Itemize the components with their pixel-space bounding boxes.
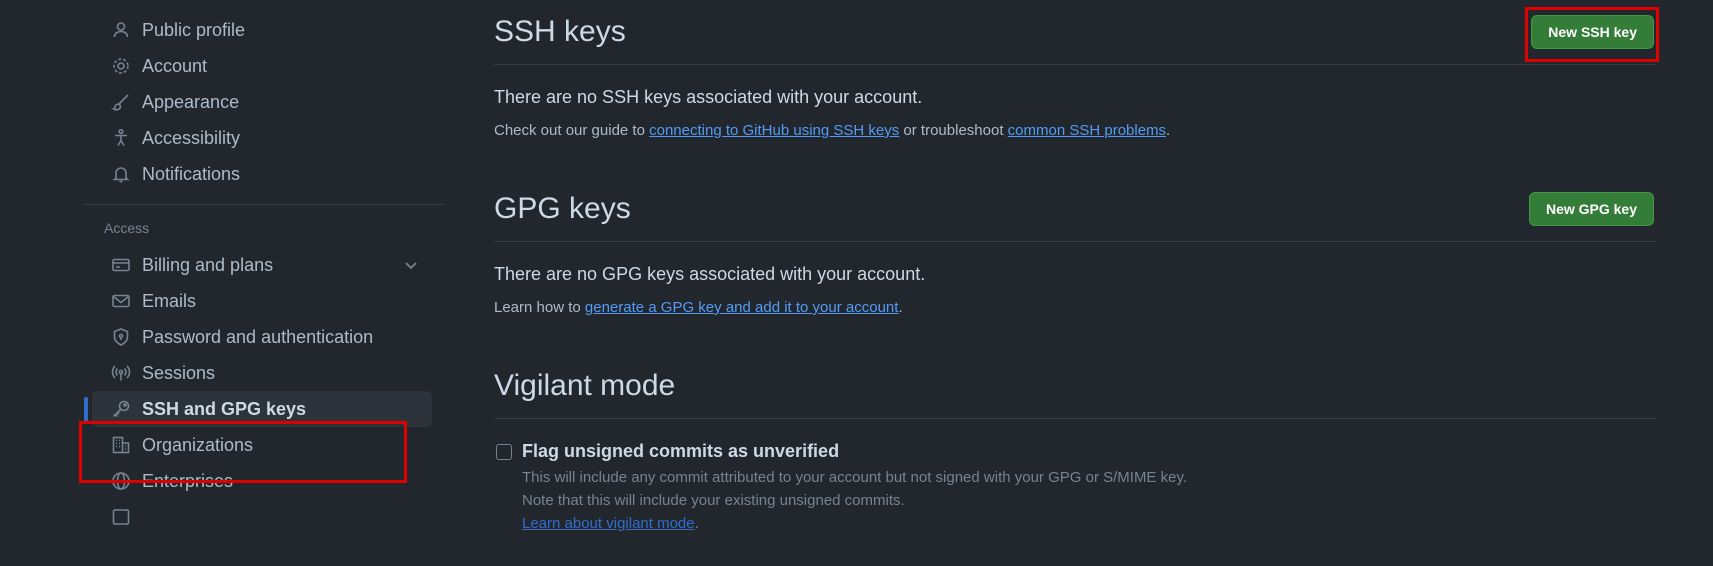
sidebar-item-appearance[interactable]: Appearance (92, 84, 432, 120)
mail-icon (110, 290, 132, 312)
sidebar-item-label: Public profile (142, 19, 246, 40)
sidebar-divider (84, 204, 444, 205)
chevron-down-icon[interactable] (402, 256, 420, 274)
ssh-empty-message: There are no SSH keys associated with yo… (494, 87, 923, 107)
new-gpg-key-button[interactable]: New GPG key (1528, 192, 1654, 226)
vigilant-learn-suffix: . (694, 515, 699, 532)
gpg-learn-text: Learn how to generate a GPG key and add … (494, 299, 1656, 316)
sidebar-item-ssh-gpg-keys[interactable]: SSH and GPG keys (84, 391, 432, 427)
organization-icon (110, 434, 132, 456)
sidebar-item-label: Organizations (142, 434, 254, 455)
gpg-keys-title: GPG keys (494, 192, 631, 225)
broadcast-icon (110, 362, 132, 384)
gpg-learn-suffix: . (898, 299, 903, 316)
ssh-guide-text: Check out our guide to connecting to Git… (494, 122, 1656, 139)
ssh-keys-header: SSH keys New SSH key (494, 0, 1656, 65)
credit-card-icon (110, 254, 132, 276)
sidebar-item-accessibility[interactable]: Accessibility (92, 120, 432, 156)
sidebar-item-label: Emails (142, 290, 197, 311)
globe-icon (110, 470, 132, 492)
ssh-guide-suffix: . (1166, 122, 1171, 139)
sidebar-item-organizations[interactable]: Organizations (92, 427, 432, 463)
vigilant-mode-title: Vigilant mode (494, 369, 676, 402)
vigilant-mode-learn-link[interactable]: Learn about vigilant mode (522, 515, 695, 532)
settings-sidebar: Public profile Account Appearance Access… (84, 0, 444, 535)
sidebar-item-label: Enterprises (142, 470, 234, 491)
sidebar-item-label: Appearance (142, 91, 240, 112)
sidebar-item-notifications[interactable]: Notifications (92, 156, 432, 192)
sidebar-item-public-profile[interactable]: Public profile (92, 12, 432, 48)
bell-icon (110, 163, 132, 185)
vigilant-mode-checkbox[interactable] (496, 444, 512, 460)
sidebar-item-enterprises[interactable]: Enterprises (92, 463, 432, 499)
sidebar-item-label: Notifications (142, 163, 241, 184)
sidebar-item-sessions[interactable]: Sessions (92, 355, 432, 391)
main-content: SSH keys New SSH key There are no SSH ke… (494, 0, 1656, 535)
accessibility-icon (110, 127, 132, 149)
vigilant-mode-header: Vigilant mode (494, 354, 1656, 419)
sidebar-section-access: Access (104, 220, 150, 236)
vigilant-mode-row: Flag unsigned commits as unverified This… (494, 441, 1656, 535)
sidebar-item-emails[interactable]: Emails (92, 283, 432, 319)
gpg-learn-prefix: Learn how to (494, 299, 585, 316)
vigilant-mode-learn: Learn about vigilant mode. (522, 512, 1187, 535)
table-icon (110, 506, 132, 528)
vigilant-mode-label[interactable]: Flag unsigned commits as unverified (522, 441, 1187, 462)
ssh-keys-title: SSH keys (494, 15, 626, 48)
sidebar-item-password[interactable]: Password and authentication (92, 319, 432, 355)
person-icon (110, 19, 132, 41)
sidebar-item-label: Password and authentication (142, 326, 374, 347)
key-icon (110, 398, 132, 420)
sidebar-item-label: SSH and GPG keys (142, 398, 307, 419)
gpg-empty-message: There are no GPG keys associated with yo… (494, 264, 926, 284)
sidebar-item-label: Accessibility (142, 127, 241, 148)
sidebar-item-partial[interactable] (92, 499, 432, 535)
gear-icon (110, 55, 132, 77)
ssh-troubleshoot-link[interactable]: common SSH problems (1008, 122, 1166, 139)
sidebar-item-account[interactable]: Account (92, 48, 432, 84)
gpg-learn-link[interactable]: generate a GPG key and add it to your ac… (585, 299, 899, 316)
paintbrush-icon (110, 91, 132, 113)
new-ssh-key-button[interactable]: New SSH key (1531, 15, 1654, 49)
gpg-keys-header: GPG keys New GPG key (494, 177, 1656, 242)
sidebar-item-label: Sessions (142, 362, 216, 383)
ssh-guide-link[interactable]: connecting to GitHub using SSH keys (649, 122, 899, 139)
vigilant-mode-desc-1: This will include any commit attributed … (522, 469, 1188, 486)
ssh-guide-mid: or troubleshoot (899, 122, 1008, 139)
ssh-guide-prefix: Check out our guide to (494, 122, 650, 139)
sidebar-item-label: Account (142, 55, 208, 76)
sidebar-item-label: Billing and plans (142, 254, 274, 275)
vigilant-mode-desc-2: Note that this will include your existin… (522, 492, 905, 509)
shield-icon (110, 326, 132, 348)
sidebar-item-billing[interactable]: Billing and plans (92, 247, 432, 283)
